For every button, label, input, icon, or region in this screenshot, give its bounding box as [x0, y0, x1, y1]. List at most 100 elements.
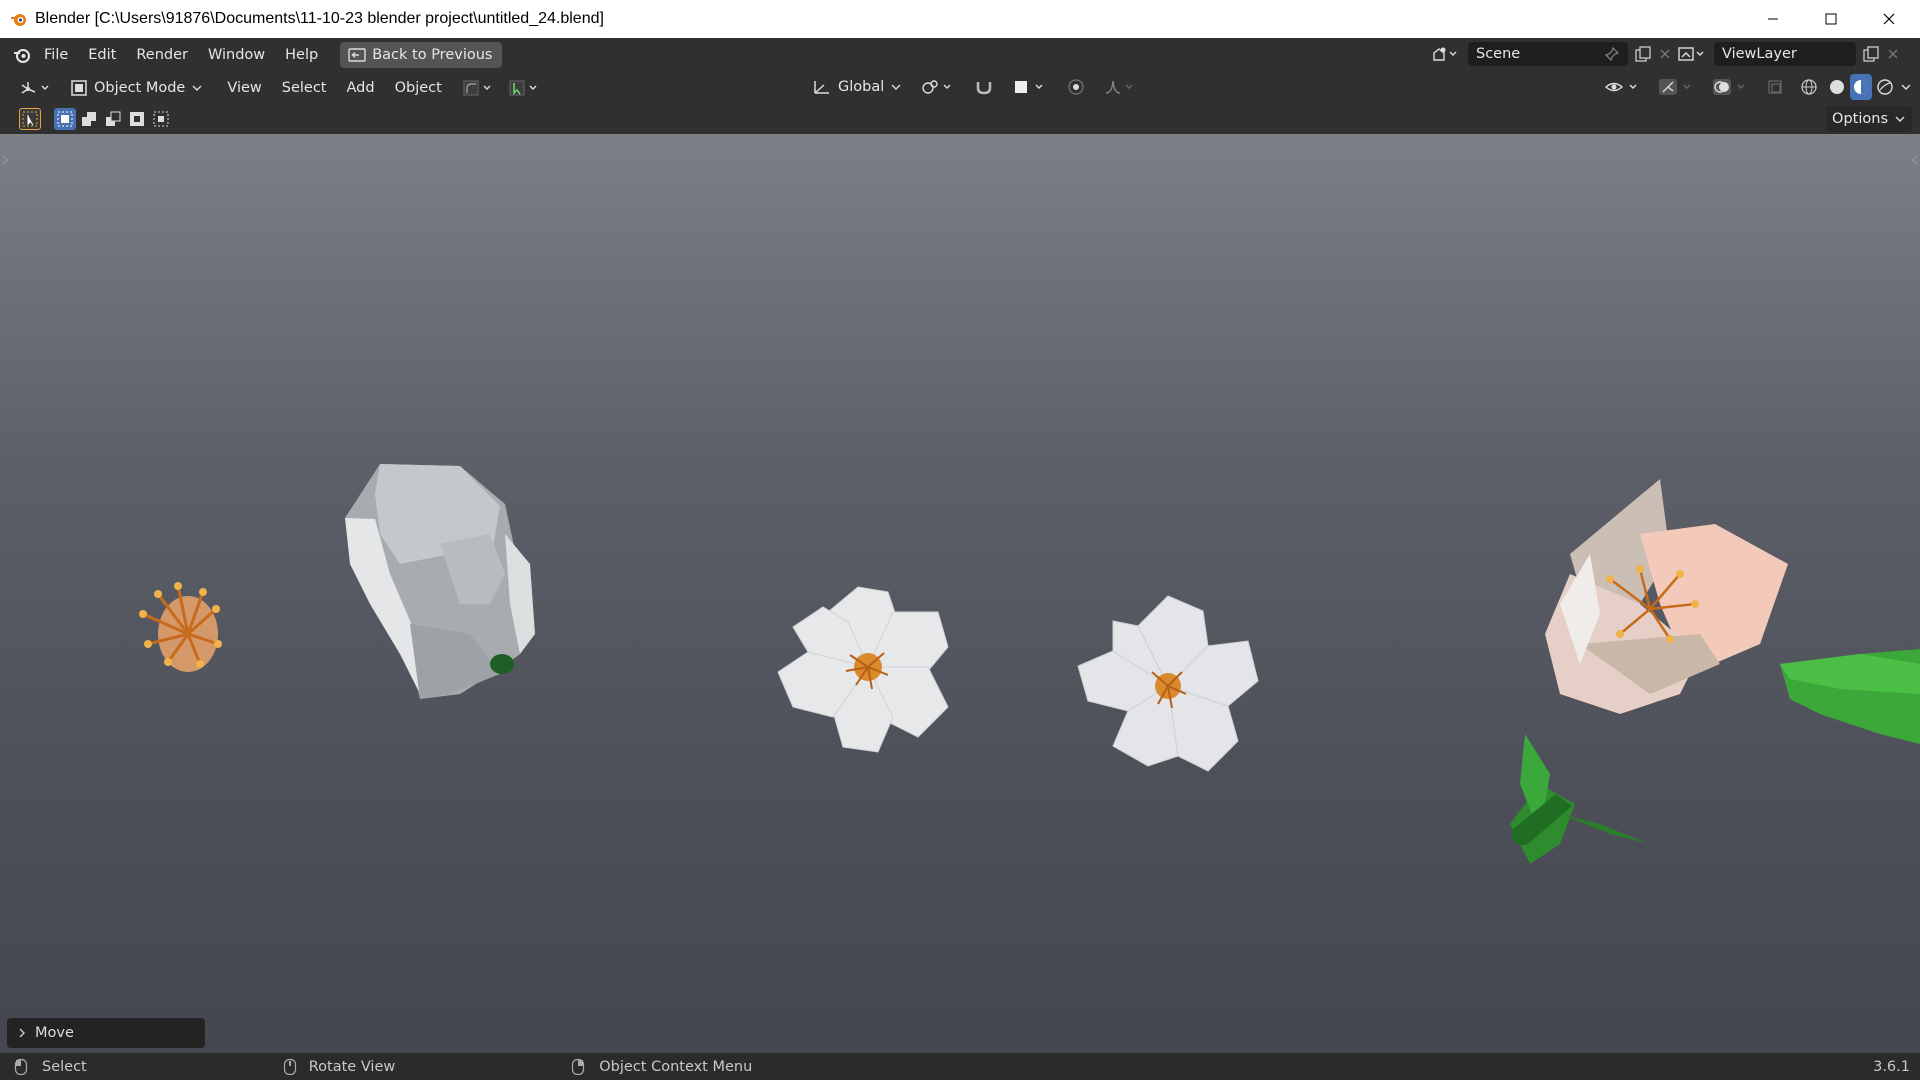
new-scene-button[interactable]	[1634, 45, 1652, 63]
options-dropdown[interactable]: Options	[1826, 106, 1912, 132]
select-mode-invert-button[interactable]	[126, 108, 148, 130]
material-sphere-icon	[1854, 80, 1868, 94]
flower-bud-object[interactable]	[345, 464, 535, 699]
minimize-button[interactable]	[1744, 0, 1802, 38]
scene-icon	[1433, 47, 1457, 61]
snap-target-dropdown[interactable]	[1006, 74, 1054, 100]
chevron-down-icon	[1901, 84, 1911, 90]
menu-help[interactable]: Help	[275, 42, 328, 68]
status-bar: Select Rotate View Object Context Menu 3…	[0, 1053, 1920, 1080]
xray-toggle[interactable]	[1760, 74, 1792, 100]
pin-icon[interactable]	[1604, 46, 1620, 62]
back-to-previous-label: Back to Previous	[372, 46, 493, 63]
version-label: 3.6.1	[1873, 1058, 1910, 1075]
snap-base-dropdown[interactable]	[456, 75, 502, 101]
mouse-right-icon	[572, 1058, 585, 1075]
select-mode-intersect-button[interactable]	[150, 108, 172, 130]
x-icon	[1888, 49, 1898, 59]
select-mode-new-button[interactable]	[54, 108, 76, 130]
select-extend-icon	[82, 112, 96, 126]
wireframe-sphere-icon	[1801, 79, 1817, 95]
status-context-menu-label: Object Context Menu	[599, 1058, 753, 1075]
gizmo-icon	[1659, 79, 1691, 95]
menu-select[interactable]: Select	[272, 75, 337, 101]
close-icon	[1883, 13, 1895, 25]
select-subtract-icon	[106, 111, 121, 126]
maximize-button[interactable]	[1802, 0, 1860, 38]
x-icon	[1660, 49, 1670, 59]
mode-dropdown[interactable]: Object Mode	[64, 75, 209, 101]
delete-view-layer-button[interactable]	[1886, 47, 1900, 61]
menu-window[interactable]: Window	[198, 42, 275, 68]
select-new-icon	[57, 111, 73, 127]
chevron-down-icon	[192, 85, 202, 91]
falloff-curve-icon	[1106, 80, 1133, 94]
chevron-right-icon	[19, 1028, 25, 1038]
transform-orientation-dropdown[interactable]: Global	[806, 74, 908, 100]
open-flower-object-2[interactable]	[1077, 595, 1259, 772]
editor-type-dropdown[interactable]	[12, 75, 58, 101]
select-mode-extend-button[interactable]	[78, 108, 100, 130]
status-rotate-view-label: Rotate View	[308, 1058, 396, 1075]
pivot-point-dropdown[interactable]	[914, 74, 962, 100]
minimize-icon	[1768, 18, 1778, 20]
proportional-editing-toggle[interactable]	[1060, 74, 1092, 100]
stamen-object[interactable]	[139, 582, 222, 672]
shading-solid-button[interactable]	[1826, 74, 1848, 100]
gizmo-toggle[interactable]	[1652, 74, 1704, 100]
view-layer-field[interactable]: ViewLayer	[1714, 42, 1856, 66]
menu-edit[interactable]: Edit	[78, 42, 126, 68]
leaf-object[interactable]	[1780, 649, 1920, 744]
scene-name-field[interactable]: Scene	[1468, 42, 1628, 66]
select-mode-subtract-button[interactable]	[102, 108, 124, 130]
duplicate-icon	[1635, 46, 1651, 62]
select-intersect-icon	[153, 111, 169, 127]
snap-increment-icon	[1015, 81, 1043, 93]
view-layer-selector-button[interactable]	[1674, 45, 1708, 63]
options-label: Options	[1832, 111, 1888, 127]
menu-object[interactable]: Object	[385, 75, 452, 101]
delete-scene-button[interactable]	[1658, 47, 1672, 61]
overlays-toggle[interactable]	[1706, 74, 1758, 100]
blender-logo-icon	[11, 14, 26, 26]
proportional-edit-icon	[1068, 79, 1084, 95]
menu-view[interactable]: View	[217, 75, 271, 101]
pivot-point-icon	[922, 80, 951, 94]
orientation-global-icon	[814, 81, 829, 94]
overlays-icon	[1713, 79, 1745, 95]
gizmo-dropdown[interactable]	[502, 75, 548, 101]
blender-menu-icon[interactable]	[10, 45, 34, 65]
active-tool-select-box[interactable]	[19, 108, 41, 130]
view-layer-name: ViewLayer	[1722, 46, 1797, 62]
select-invert-icon	[130, 112, 144, 126]
shading-options-dropdown[interactable]	[1898, 74, 1914, 100]
object-mode-icon	[71, 79, 87, 96]
shading-material-preview-button[interactable]	[1850, 74, 1872, 100]
chevron-down-icon	[1895, 116, 1905, 122]
close-button[interactable]	[1860, 0, 1918, 38]
shading-rendered-button[interactable]	[1874, 74, 1896, 100]
maximize-icon	[1825, 13, 1837, 25]
tool-settings-bar: Options	[0, 104, 1920, 134]
snap-toggle[interactable]	[968, 74, 1000, 100]
menu-add[interactable]: Add	[337, 75, 385, 101]
new-view-layer-button[interactable]	[1862, 45, 1880, 63]
visibility-dropdown[interactable]	[1598, 74, 1650, 100]
open-flower-object-1[interactable]	[777, 586, 949, 753]
chevron-down-icon	[891, 84, 901, 90]
shading-wireframe-button[interactable]	[1794, 74, 1824, 100]
pink-flower-object[interactable]	[1510, 479, 1788, 864]
status-select-label: Select	[42, 1058, 87, 1075]
last-operator-panel[interactable]: Move	[7, 1018, 205, 1048]
menu-render[interactable]: Render	[126, 42, 198, 68]
select-cursor-icon	[22, 111, 38, 127]
back-to-previous-button[interactable]: Back to Previous	[340, 41, 503, 68]
blender-logo-icon	[14, 48, 30, 63]
viewport-header: Object Mode View Select Add Object Globa…	[0, 71, 1920, 104]
viewport-3d[interactable]: Move	[0, 134, 1920, 1053]
scene-selector-button[interactable]	[1428, 45, 1462, 63]
view-layer-icon	[1678, 47, 1704, 61]
proportional-falloff-dropdown[interactable]	[1098, 74, 1144, 100]
scene-objects	[139, 464, 1920, 864]
menu-file[interactable]: File	[34, 42, 78, 68]
